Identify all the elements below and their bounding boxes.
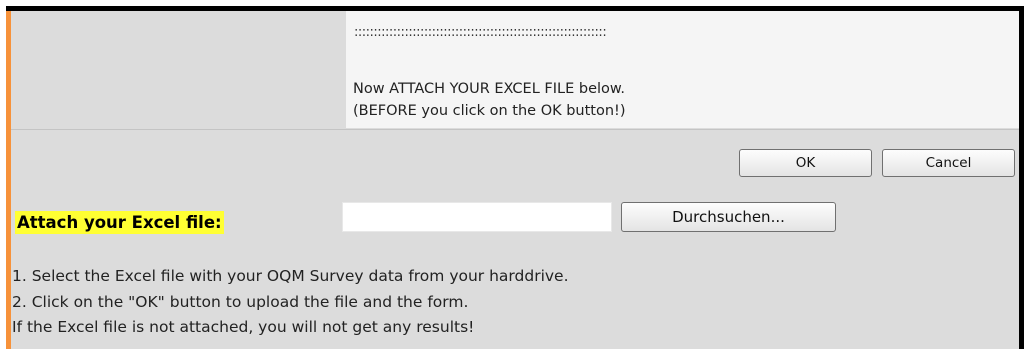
- attach-file-label: Attach your Excel file:: [15, 211, 224, 234]
- browse-button[interactable]: Durchsuchen...: [621, 202, 836, 232]
- divider: [11, 129, 1019, 130]
- file-path-input[interactable]: [342, 202, 612, 232]
- info-panel: ::::::::::::::::::::::::::::::::::::::::…: [346, 11, 1019, 128]
- instruction-step-2: 2. Click on the "OK" button to upload th…: [12, 293, 469, 311]
- cancel-button[interactable]: Cancel: [882, 149, 1015, 177]
- info-attach-note: (BEFORE you click on the OK button!): [353, 103, 626, 119]
- info-attach-heading: Now ATTACH YOUR EXCEL FILE below.: [353, 81, 626, 97]
- upload-form: ::::::::::::::::::::::::::::::::::::::::…: [6, 6, 1024, 349]
- dotted-separator: ::::::::::::::::::::::::::::::::::::::::…: [354, 25, 607, 40]
- accent-bar: [6, 11, 11, 349]
- ok-button[interactable]: OK: [739, 149, 872, 177]
- instruction-step-1: 1. Select the Excel file with your OQM S…: [12, 267, 569, 285]
- instruction-warning: If the Excel file is not attached, you w…: [12, 318, 475, 336]
